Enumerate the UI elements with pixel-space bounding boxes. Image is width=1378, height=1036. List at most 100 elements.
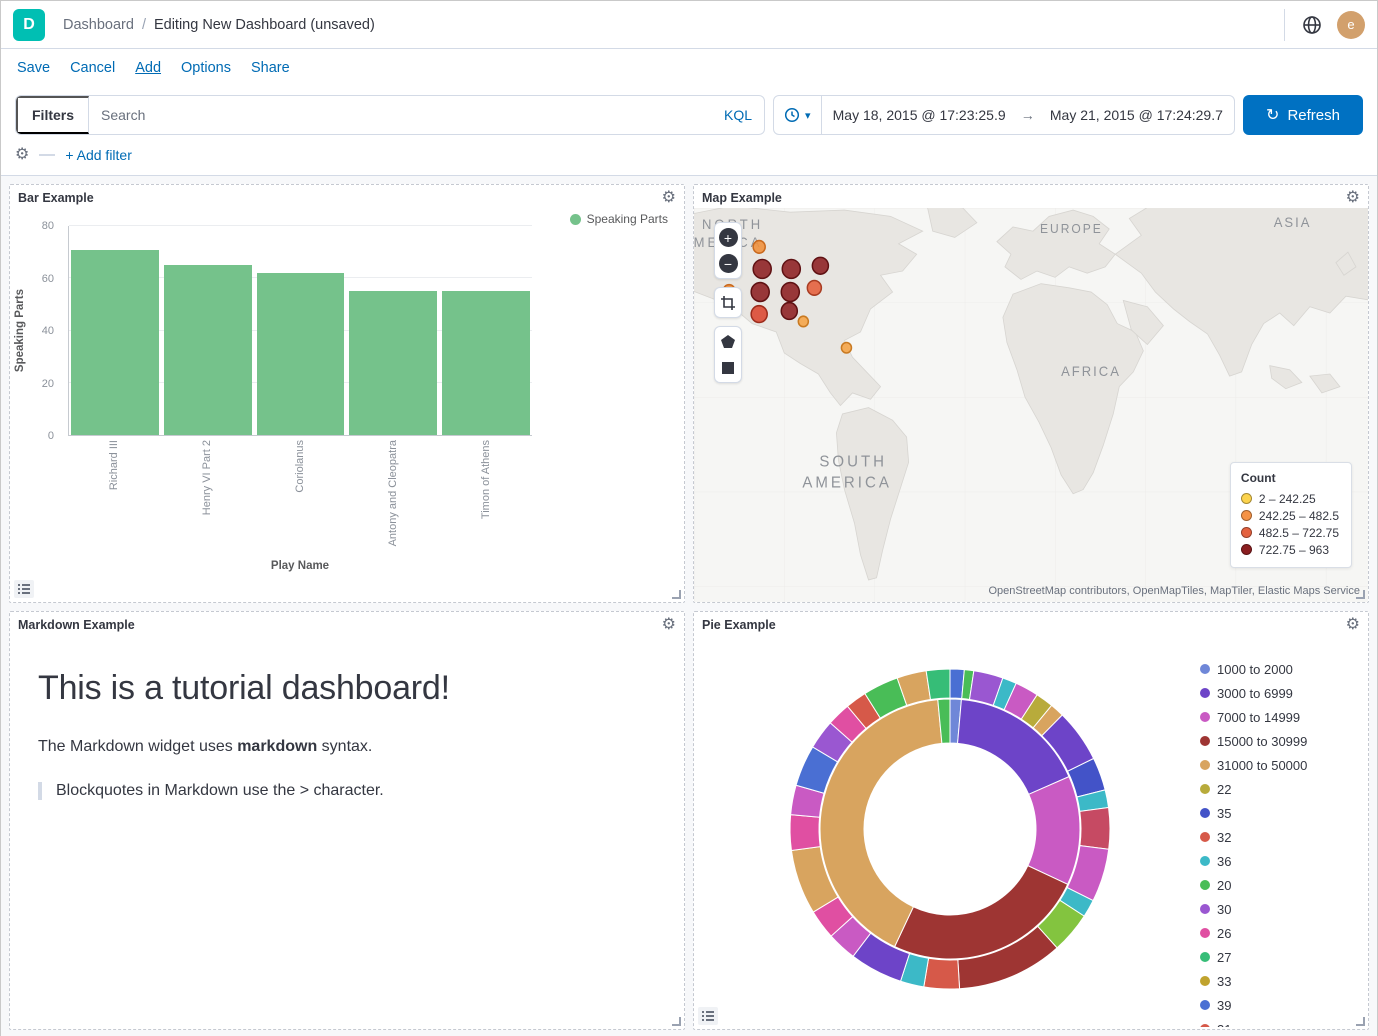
- user-avatar[interactable]: e: [1337, 11, 1365, 39]
- pie-outer-slice[interactable]: [1080, 808, 1110, 850]
- label-asia: ASIA: [1274, 215, 1312, 230]
- search-input[interactable]: [89, 107, 712, 123]
- map-legend-item: 722.75 – 963: [1241, 541, 1339, 558]
- legend-dot: [570, 214, 581, 225]
- date-from[interactable]: May 18, 2015 @ 17:23:25.9: [822, 107, 1017, 123]
- resize-handle[interactable]: [1356, 1017, 1365, 1026]
- bar-segment[interactable]: [349, 291, 437, 435]
- breadcrumb-dashboard[interactable]: Dashboard: [63, 17, 134, 33]
- pie-legend-item[interactable]: 22: [1200, 777, 1358, 801]
- resize-handle[interactable]: [1356, 590, 1365, 599]
- bar-legend[interactable]: Speaking Parts: [570, 212, 668, 226]
- pie-donut[interactable]: [780, 659, 1120, 999]
- rectangle-tool-button[interactable]: [719, 358, 738, 377]
- pie-legend-item[interactable]: 15000 to 30999: [1200, 729, 1358, 753]
- polygon-tool-button[interactable]: [719, 332, 738, 351]
- resize-handle[interactable]: [672, 1017, 681, 1026]
- panel-title-pie: Pie Example: [702, 618, 776, 632]
- pie-legend-item[interactable]: 31000 to 50000: [1200, 753, 1358, 777]
- menu-item-add[interactable]: Add: [135, 60, 161, 76]
- search-row: Filters KQL ▾ May 18, 2015 @ 17:23:25.9 …: [15, 95, 1363, 135]
- pie-legend-label: 31: [1217, 1022, 1231, 1028]
- pie-legend-item[interactable]: 1000 to 2000: [1200, 657, 1358, 681]
- bar-segment[interactable]: [257, 273, 345, 435]
- pie-legend-item[interactable]: 3000 to 6999: [1200, 681, 1358, 705]
- filter-settings-gear-icon[interactable]: ⚙: [15, 147, 29, 163]
- panel-title-map: Map Example: [702, 191, 782, 205]
- map-marker[interactable]: [798, 316, 808, 327]
- map-legend-dot: [1241, 527, 1252, 538]
- x-tick-label: Timon of Athens: [480, 440, 492, 519]
- panel-title-markdown: Markdown Example: [18, 618, 135, 632]
- map-marker[interactable]: [812, 257, 828, 274]
- zoom-in-button[interactable]: +: [719, 228, 738, 247]
- pie-inner-slice[interactable]: [1028, 777, 1080, 885]
- legend-label: Speaking Parts: [587, 212, 668, 226]
- pie-legend-item[interactable]: 32: [1200, 825, 1358, 849]
- filters-button[interactable]: Filters: [16, 96, 89, 134]
- date-to[interactable]: May 21, 2015 @ 17:24:29.7: [1039, 107, 1234, 123]
- bar-segment[interactable]: [442, 291, 530, 435]
- legend-toggle-button[interactable]: [698, 1007, 718, 1025]
- panel-gear-icon-map[interactable]: ⚙: [1346, 190, 1360, 206]
- clock-icon: [784, 107, 800, 123]
- world-map[interactable]: NORTH AMERICA EUROPE ASIA AFRICA SOUTH A…: [694, 208, 1368, 602]
- search-box: Filters KQL: [15, 95, 765, 135]
- kibana-logo[interactable]: D: [13, 9, 45, 41]
- panel-bar-example: Bar Example ⚙ Speaking Parts Speaking Pa…: [9, 184, 685, 603]
- refresh-label: Refresh: [1287, 107, 1340, 124]
- pie-legend-dot: [1200, 1024, 1210, 1027]
- bar-segment[interactable]: [71, 250, 159, 435]
- map-marker[interactable]: [781, 283, 799, 302]
- resize-handle[interactable]: [672, 590, 681, 599]
- pie-legend-item[interactable]: 30: [1200, 897, 1358, 921]
- pie-legend-label: 27: [1217, 950, 1231, 965]
- panel-gear-icon-markdown[interactable]: ⚙: [662, 617, 676, 633]
- pie-outer-slice[interactable]: [790, 815, 820, 851]
- add-filter-link[interactable]: + Add filter: [65, 147, 132, 163]
- markdown-paragraph: The Markdown widget uses markdown syntax…: [38, 738, 656, 756]
- map-marker[interactable]: [751, 283, 769, 302]
- pie-legend-item[interactable]: 7000 to 14999: [1200, 705, 1358, 729]
- pie-legend-item[interactable]: 31: [1200, 1017, 1358, 1027]
- map-marker[interactable]: [751, 306, 767, 323]
- list-icon: [18, 584, 30, 594]
- pie-outer-slice[interactable]: [924, 958, 960, 989]
- menu-item-options[interactable]: Options: [181, 60, 231, 76]
- panel-title-bar: Bar Example: [18, 191, 94, 205]
- refresh-button[interactable]: ↻ Refresh: [1243, 95, 1363, 135]
- pie-legend-label: 26: [1217, 926, 1231, 941]
- pie-legend-item[interactable]: 35: [1200, 801, 1358, 825]
- map-marker[interactable]: [753, 241, 765, 254]
- menu-item-save[interactable]: Save: [17, 60, 50, 76]
- quick-select-button[interactable]: ▾: [774, 96, 822, 134]
- dashboard-grid: Bar Example ⚙ Speaking Parts Speaking Pa…: [1, 176, 1377, 1036]
- legend-toggle-button[interactable]: [14, 580, 34, 598]
- pie-legend-dot: [1200, 952, 1210, 962]
- help-icon[interactable]: [1301, 14, 1323, 36]
- pie-legend-item[interactable]: 36: [1200, 849, 1358, 873]
- map-marker[interactable]: [753, 259, 771, 278]
- pie-legend-label: 30: [1217, 902, 1231, 917]
- panel-gear-icon-bar[interactable]: ⚙: [662, 190, 676, 206]
- zoom-out-button[interactable]: −: [719, 254, 738, 273]
- menu-item-share[interactable]: Share: [251, 60, 290, 76]
- pie-outer-slice[interactable]: [926, 669, 950, 699]
- y-axis-title: Speaking Parts: [12, 226, 28, 436]
- pie-legend-item[interactable]: 39: [1200, 993, 1358, 1017]
- crop-tool-button[interactable]: [719, 293, 738, 312]
- panel-gear-icon-pie[interactable]: ⚙: [1346, 617, 1360, 633]
- map-marker[interactable]: [841, 342, 851, 353]
- pie-legend-item[interactable]: 27: [1200, 945, 1358, 969]
- pie-legend-item[interactable]: 33: [1200, 969, 1358, 993]
- kql-badge[interactable]: KQL: [712, 107, 764, 123]
- menu-item-cancel[interactable]: Cancel: [70, 60, 115, 76]
- bar-segment[interactable]: [164, 265, 252, 435]
- pie-legend-dot: [1200, 832, 1210, 842]
- map-marker[interactable]: [807, 280, 821, 295]
- pie-legend-item[interactable]: 20: [1200, 873, 1358, 897]
- map-marker[interactable]: [781, 303, 797, 320]
- pie-legend-item[interactable]: 26: [1200, 921, 1358, 945]
- map-marker[interactable]: [782, 259, 800, 278]
- map-toolbar: + −: [714, 222, 742, 383]
